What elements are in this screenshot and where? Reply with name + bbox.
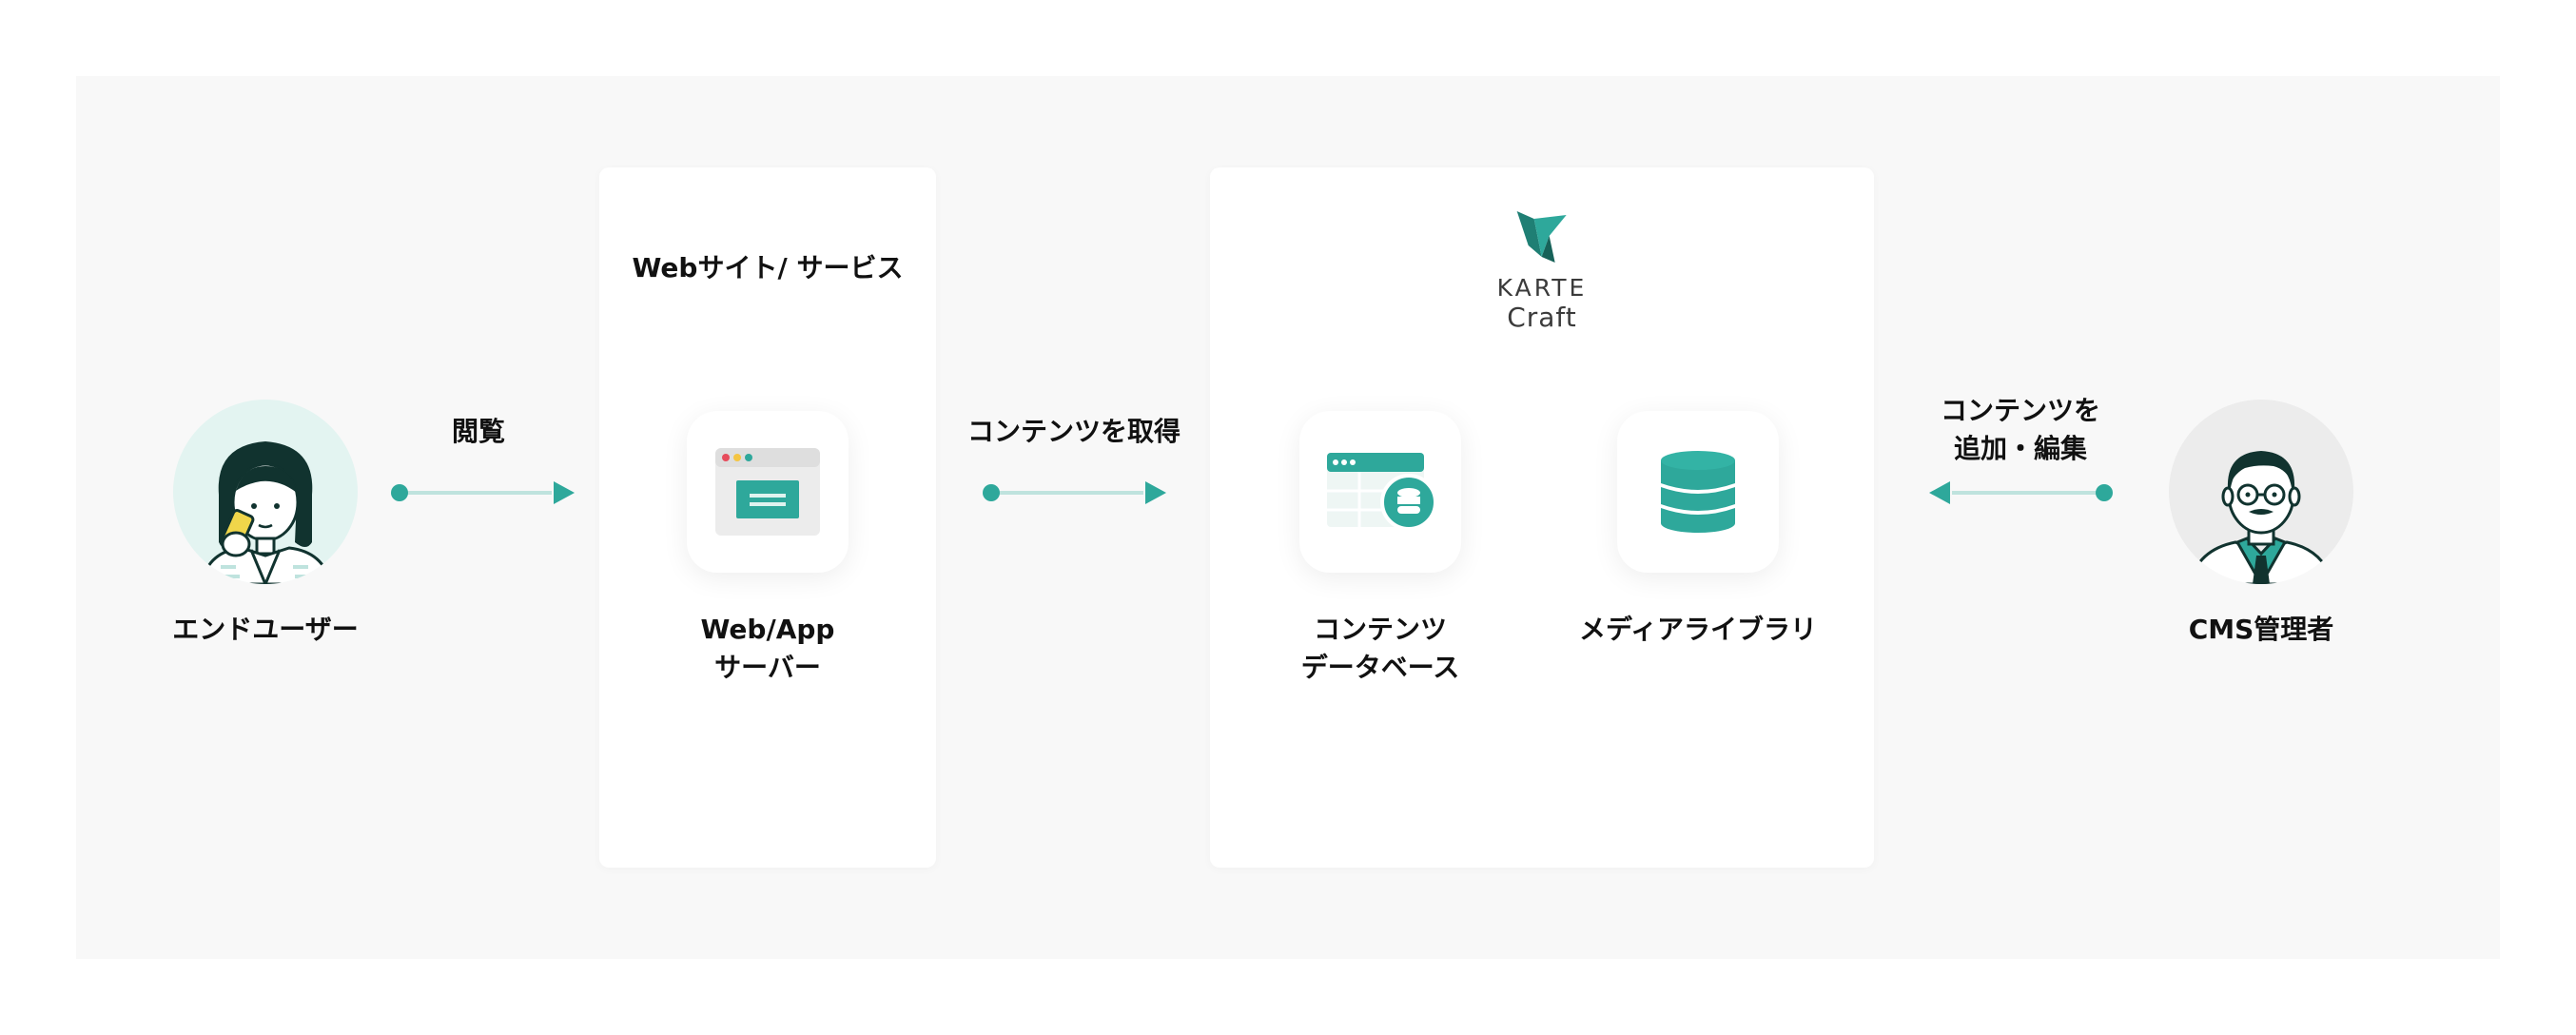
view-arrow <box>391 481 575 504</box>
view-arrow-label: 閲覧 <box>451 416 506 447</box>
fetch-arrow-label: コンテンツを取得 <box>966 416 1181 447</box>
edit-arrow-label: コンテンツを 追加・編集 <box>1940 395 2101 464</box>
karte-craft-logo: KARTE Craft <box>1497 207 1588 333</box>
media-library-icon <box>1661 451 1735 533</box>
content-database-tile <box>1299 411 1461 573</box>
web-server-label: Web/App サーバー <box>700 614 835 683</box>
cms-admin-avatar <box>2169 400 2353 584</box>
end-user-avatar <box>173 400 358 584</box>
cms-admin-label: CMS管理者 <box>2188 614 2334 645</box>
web-server-tile <box>687 411 849 573</box>
media-library-tile <box>1617 411 1779 573</box>
edit-arrow <box>1929 481 2113 504</box>
karte-logo-icon <box>1517 211 1567 263</box>
content-database-icon <box>1327 453 1434 531</box>
web-service-title: Webサイト/ サービス <box>632 252 904 283</box>
browser-window-icon <box>715 448 820 536</box>
media-library-label: メディアライブラリ <box>1578 614 1818 645</box>
content-database-label: コンテンツ データベース <box>1300 614 1460 683</box>
end-user-label: エンドユーザー <box>172 614 359 645</box>
fetch-arrow <box>983 481 1166 504</box>
